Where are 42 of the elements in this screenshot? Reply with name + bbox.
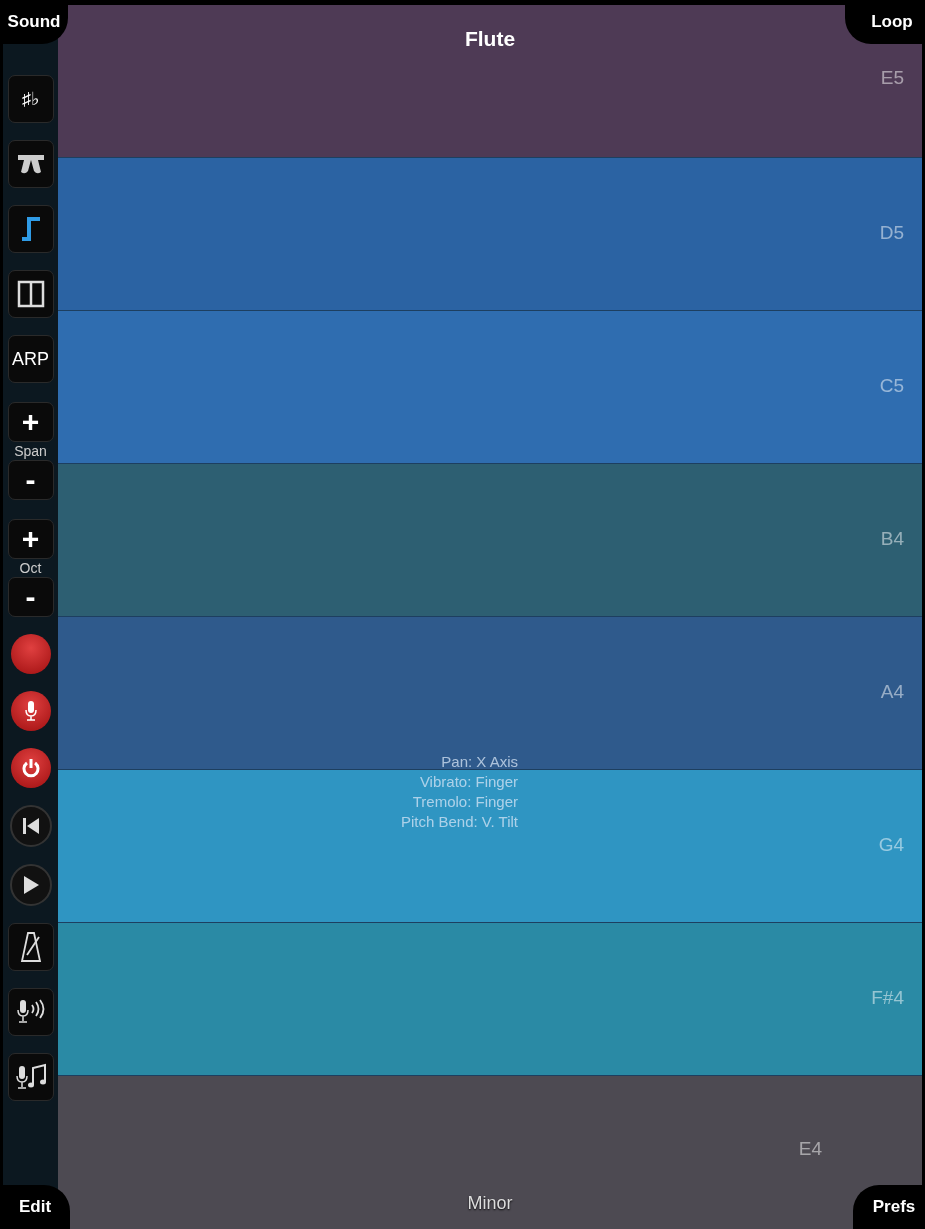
mapping-text: Pitch Bend: V. Tilt	[401, 812, 518, 832]
instrument-title: Flute	[464, 27, 516, 51]
mapping-text: Pan: X Axis	[441, 752, 518, 772]
mic-sound-button[interactable]	[7, 988, 54, 1036]
split-view-icon	[16, 280, 45, 308]
increase-button[interactable]: +	[7, 519, 54, 559]
mic-record-button[interactable]	[10, 691, 51, 731]
note-label: C5	[879, 375, 904, 397]
record-button[interactable]	[10, 634, 51, 674]
decrease-button[interactable]: -	[7, 577, 54, 617]
pedal-button[interactable]	[7, 140, 54, 188]
split-view-button[interactable]	[7, 270, 54, 318]
note-label: A4	[880, 681, 904, 703]
note-label: E5	[880, 67, 904, 89]
decrease-button[interactable]: -	[7, 460, 54, 500]
microphone-icon	[23, 700, 38, 722]
metronome-icon	[19, 931, 42, 963]
step-line-button[interactable]	[7, 205, 54, 253]
mic-note-icon	[14, 1063, 47, 1091]
note-label: B4	[880, 528, 904, 550]
edit-button[interactable]: Edit	[0, 1185, 70, 1229]
mapping-text: Tremolo: Finger	[412, 792, 518, 812]
toolbar-button[interactable]: ♯♭	[7, 75, 54, 123]
note-label: F#4	[871, 987, 904, 1009]
toolbar-button[interactable]: ARP	[7, 335, 54, 383]
metronome-button[interactable]	[7, 923, 54, 971]
stepper-label: Span	[14, 442, 47, 460]
mic-note-button[interactable]	[7, 1053, 54, 1101]
note-label: E4	[798, 1138, 822, 1160]
note-label: G4	[878, 834, 904, 856]
timer-button[interactable]	[10, 748, 51, 788]
mic-sound-icon	[15, 999, 46, 1025]
scale-label: Minor	[467, 1193, 513, 1214]
prefs-button[interactable]: Prefs	[853, 1185, 925, 1229]
mapping-text: Vibrato: Finger	[419, 772, 518, 792]
play-button[interactable]	[9, 864, 52, 906]
note-label: D5	[879, 222, 904, 244]
rewind-button[interactable]	[9, 805, 52, 847]
increase-button[interactable]: +	[7, 402, 54, 442]
rewind-icon	[21, 817, 40, 835]
stepper-label: Oct	[19, 559, 42, 577]
play-icon	[21, 875, 40, 895]
